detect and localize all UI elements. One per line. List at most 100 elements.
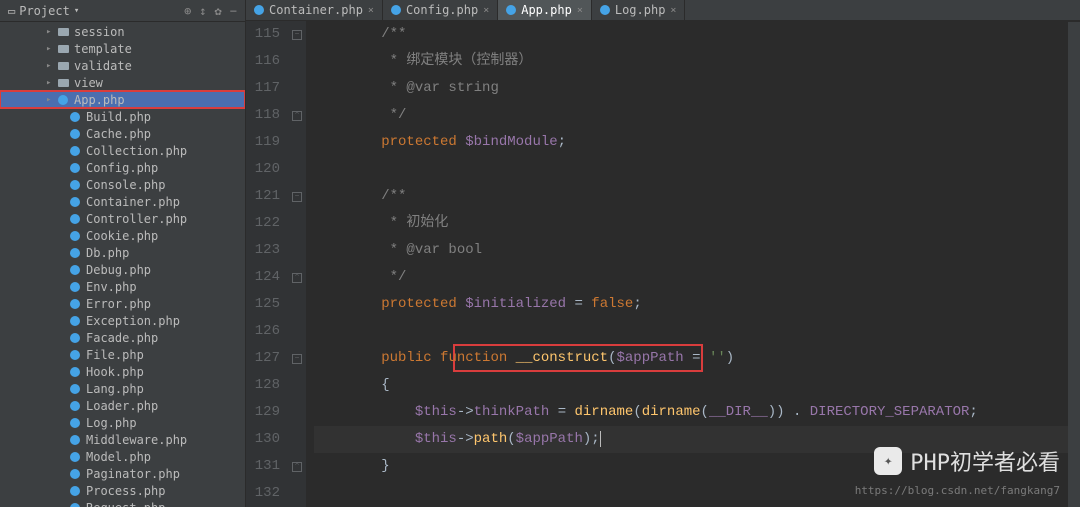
php-file-icon xyxy=(68,263,82,277)
code-line-129[interactable]: $this->thinkPath = dirname(dirname(__DIR… xyxy=(314,399,1080,426)
fold-end-icon[interactable]: ⌃ xyxy=(292,273,302,283)
code-line-115[interactable]: /** xyxy=(314,21,1080,48)
code-line-131[interactable]: } xyxy=(314,453,1080,480)
dropdown-icon: ▾ xyxy=(74,6,79,16)
tree-item-facade-php[interactable]: Facade.php xyxy=(0,329,245,346)
code-line-123[interactable]: * @var bool xyxy=(314,237,1080,264)
php-file-icon xyxy=(68,484,82,498)
tree-item-model-php[interactable]: Model.php xyxy=(0,448,245,465)
project-icon: ▭ xyxy=(8,4,15,18)
tree-item-collection-php[interactable]: Collection.php xyxy=(0,142,245,159)
vertical-scrollbar[interactable] xyxy=(1068,22,1080,507)
tree-item-env-php[interactable]: Env.php xyxy=(0,278,245,295)
tree-item-label: Controller.php xyxy=(86,212,187,226)
close-icon[interactable]: × xyxy=(670,5,676,16)
tree-item-container-php[interactable]: Container.php xyxy=(0,193,245,210)
tree-item-template[interactable]: ▸template xyxy=(0,40,245,57)
php-file-icon xyxy=(68,110,82,124)
code-line-124[interactable]: */ xyxy=(314,264,1080,291)
php-file-icon xyxy=(68,212,82,226)
hide-icon[interactable]: − xyxy=(230,4,237,18)
tree-item-label: view xyxy=(74,76,103,90)
code-line-121[interactable]: /** xyxy=(314,183,1080,210)
tree-item-label: Error.php xyxy=(86,297,151,311)
tree-item-request-php[interactable]: Request.php xyxy=(0,499,245,507)
php-file-icon xyxy=(68,348,82,362)
fold-end-icon[interactable]: ⌃ xyxy=(292,462,302,472)
code-line-117[interactable]: * @var string xyxy=(314,75,1080,102)
tree-item-config-php[interactable]: Config.php xyxy=(0,159,245,176)
tree-item-db-php[interactable]: Db.php xyxy=(0,244,245,261)
close-icon[interactable]: × xyxy=(368,5,374,16)
chevron-right-icon: ▸ xyxy=(46,27,56,37)
project-sidebar: ▭ Project ▾ ⊕ ↕ ✿ − ▸session▸template▸va… xyxy=(0,0,246,507)
tab-log-php[interactable]: Log.php× xyxy=(592,0,686,20)
tab-config-php[interactable]: Config.php× xyxy=(383,0,498,20)
code-line-126[interactable] xyxy=(314,318,1080,345)
tree-item-middleware-php[interactable]: Middleware.php xyxy=(0,431,245,448)
tree-item-log-php[interactable]: Log.php xyxy=(0,414,245,431)
tree-item-build-php[interactable]: Build.php xyxy=(0,108,245,125)
tree-item-lang-php[interactable]: Lang.php xyxy=(0,380,245,397)
tab-app-php[interactable]: App.php× xyxy=(498,0,592,20)
php-file-icon xyxy=(68,365,82,379)
tree-item-file-php[interactable]: File.php xyxy=(0,346,245,363)
collapse-icon[interactable]: ↕ xyxy=(199,4,206,18)
tree-item-exception-php[interactable]: Exception.php xyxy=(0,312,245,329)
fold-start-icon[interactable]: − xyxy=(292,354,302,364)
tree-item-loader-php[interactable]: Loader.php xyxy=(0,397,245,414)
fold-end-icon[interactable]: ⌃ xyxy=(292,111,302,121)
fold-column[interactable]: − ⌃ − ⌃ − ⌃ xyxy=(288,21,306,507)
code-content[interactable]: /** * 绑定模块（控制器） * @var string */ protect… xyxy=(306,21,1080,507)
tab-container-php[interactable]: Container.php× xyxy=(246,0,383,20)
tree-item-controller-php[interactable]: Controller.php xyxy=(0,210,245,227)
tree-item-view[interactable]: ▸view xyxy=(0,74,245,91)
php-file-icon xyxy=(68,382,82,396)
tree-item-session[interactable]: ▸session xyxy=(0,23,245,40)
tree-item-cookie-php[interactable]: Cookie.php xyxy=(0,227,245,244)
code-line-130[interactable]: $this->path($appPath); xyxy=(314,426,1080,453)
tree-item-label: Process.php xyxy=(86,484,165,498)
code-line-128[interactable]: { xyxy=(314,372,1080,399)
close-icon[interactable]: × xyxy=(577,5,583,16)
php-file-icon xyxy=(56,93,70,107)
fold-start-icon[interactable]: − xyxy=(292,192,302,202)
code-line-119[interactable]: protected $bindModule; xyxy=(314,129,1080,156)
code-line-122[interactable]: * 初始化 xyxy=(314,210,1080,237)
code-line-120[interactable] xyxy=(314,156,1080,183)
php-file-icon xyxy=(600,5,610,15)
tree-item-paginator-php[interactable]: Paginator.php xyxy=(0,465,245,482)
tree-item-app-php[interactable]: ▸App.php xyxy=(0,91,245,108)
sidebar-title[interactable]: ▭ Project ▾ xyxy=(8,4,79,18)
php-file-icon xyxy=(68,297,82,311)
code-line-132[interactable] xyxy=(314,480,1080,507)
project-tree[interactable]: ▸session▸template▸validate▸view▸App.phpB… xyxy=(0,22,245,507)
gear-icon[interactable]: ✿ xyxy=(215,4,222,18)
code-line-127[interactable]: public function __construct($appPath = '… xyxy=(314,345,1080,372)
code-line-116[interactable]: * 绑定模块（控制器） xyxy=(314,48,1080,75)
tree-item-label: Build.php xyxy=(86,110,151,124)
target-icon[interactable]: ⊕ xyxy=(184,4,191,18)
tree-item-console-php[interactable]: Console.php xyxy=(0,176,245,193)
editor-tabs: Container.php×Config.php×App.php×Log.php… xyxy=(246,0,1080,21)
tree-item-label: Middleware.php xyxy=(86,433,187,447)
code-editor[interactable]: 1151161171181191201211221231241251261271… xyxy=(246,21,1080,507)
tree-item-hook-php[interactable]: Hook.php xyxy=(0,363,245,380)
tree-item-label: Loader.php xyxy=(86,399,158,413)
tree-item-error-php[interactable]: Error.php xyxy=(0,295,245,312)
tree-item-cache-php[interactable]: Cache.php xyxy=(0,125,245,142)
code-line-125[interactable]: protected $initialized = false; xyxy=(314,291,1080,318)
php-file-icon xyxy=(68,161,82,175)
fold-start-icon[interactable]: − xyxy=(292,30,302,40)
php-file-icon xyxy=(68,229,82,243)
tree-item-debug-php[interactable]: Debug.php xyxy=(0,261,245,278)
php-file-icon xyxy=(68,314,82,328)
tree-item-label: Request.php xyxy=(86,501,165,507)
php-file-icon xyxy=(391,5,401,15)
tree-item-process-php[interactable]: Process.php xyxy=(0,482,245,499)
code-line-118[interactable]: */ xyxy=(314,102,1080,129)
folder-icon xyxy=(56,76,70,90)
tree-item-label: Lang.php xyxy=(86,382,144,396)
tree-item-validate[interactable]: ▸validate xyxy=(0,57,245,74)
close-icon[interactable]: × xyxy=(483,5,489,16)
